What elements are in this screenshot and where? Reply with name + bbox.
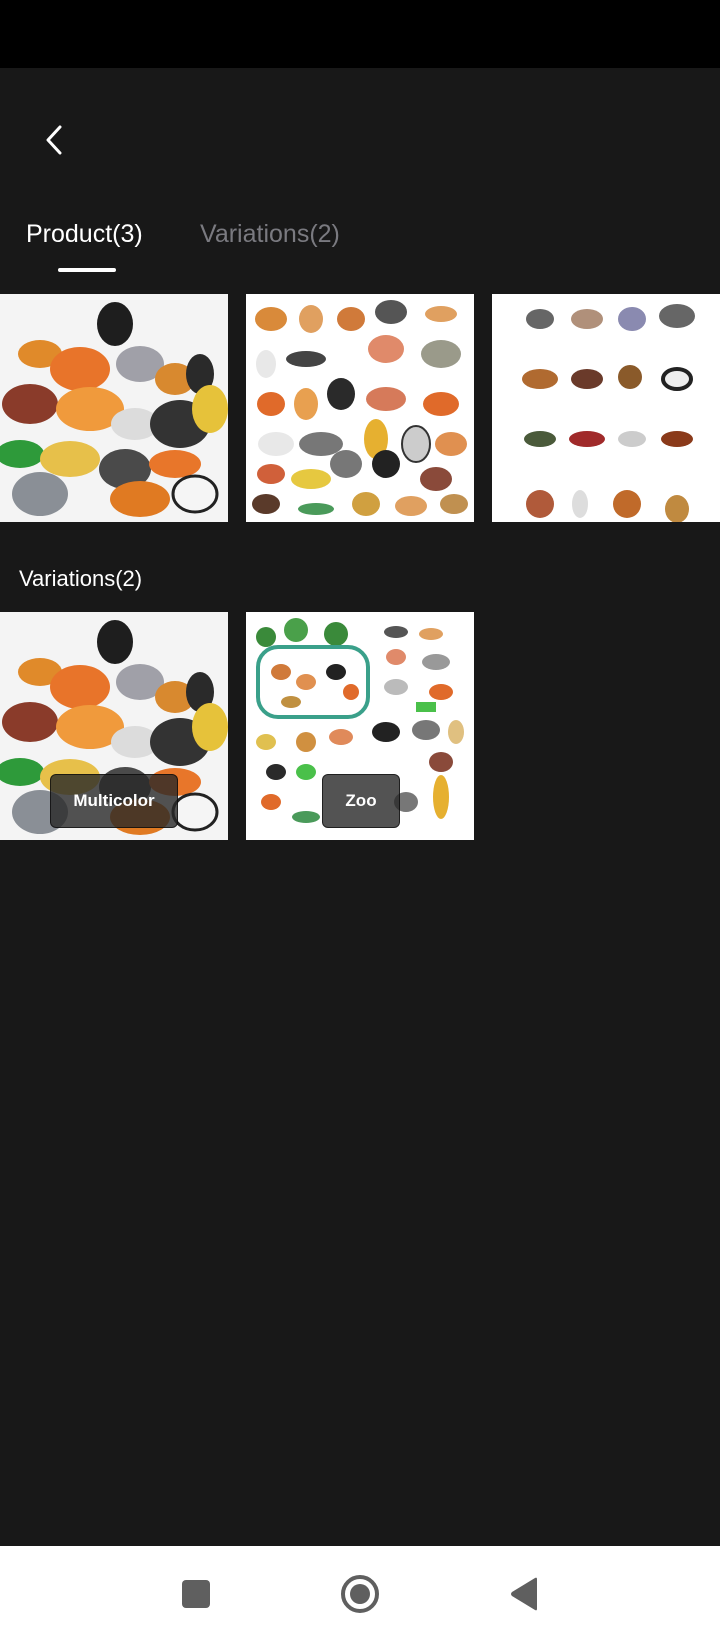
tab-product[interactable]: Product(3) <box>26 220 143 249</box>
product-image-1[interactable] <box>0 294 228 522</box>
animal-pile-image <box>0 294 228 522</box>
variation-label-zoo: Zoo <box>322 774 400 828</box>
home-button[interactable] <box>336 1570 384 1618</box>
status-bar <box>0 0 720 68</box>
variation-multicolor[interactable]: Multicolor <box>0 612 228 840</box>
square-icon <box>182 1580 210 1608</box>
active-tab-indicator <box>58 268 116 272</box>
animal-rows-image <box>492 294 720 522</box>
variation-label-multicolor: Multicolor <box>50 774 178 828</box>
tab-variations[interactable]: Variations(2) <box>200 220 340 249</box>
circle-icon <box>341 1575 379 1613</box>
back-button[interactable] <box>36 120 72 160</box>
product-image-2[interactable] <box>246 294 474 522</box>
variations-section-title: Variations(2) <box>19 566 143 591</box>
back-arrow-icon <box>46 125 62 155</box>
animal-grid-image <box>246 294 474 522</box>
system-nav-bar <box>0 1546 720 1640</box>
product-image-3[interactable] <box>492 294 720 522</box>
system-back-button[interactable] <box>500 1570 548 1618</box>
variation-zoo[interactable]: Zoo <box>246 612 474 840</box>
recent-apps-button[interactable] <box>172 1570 220 1618</box>
triangle-back-icon <box>511 1577 537 1611</box>
tab-bar: Product(3) Variations(2) <box>0 210 720 280</box>
